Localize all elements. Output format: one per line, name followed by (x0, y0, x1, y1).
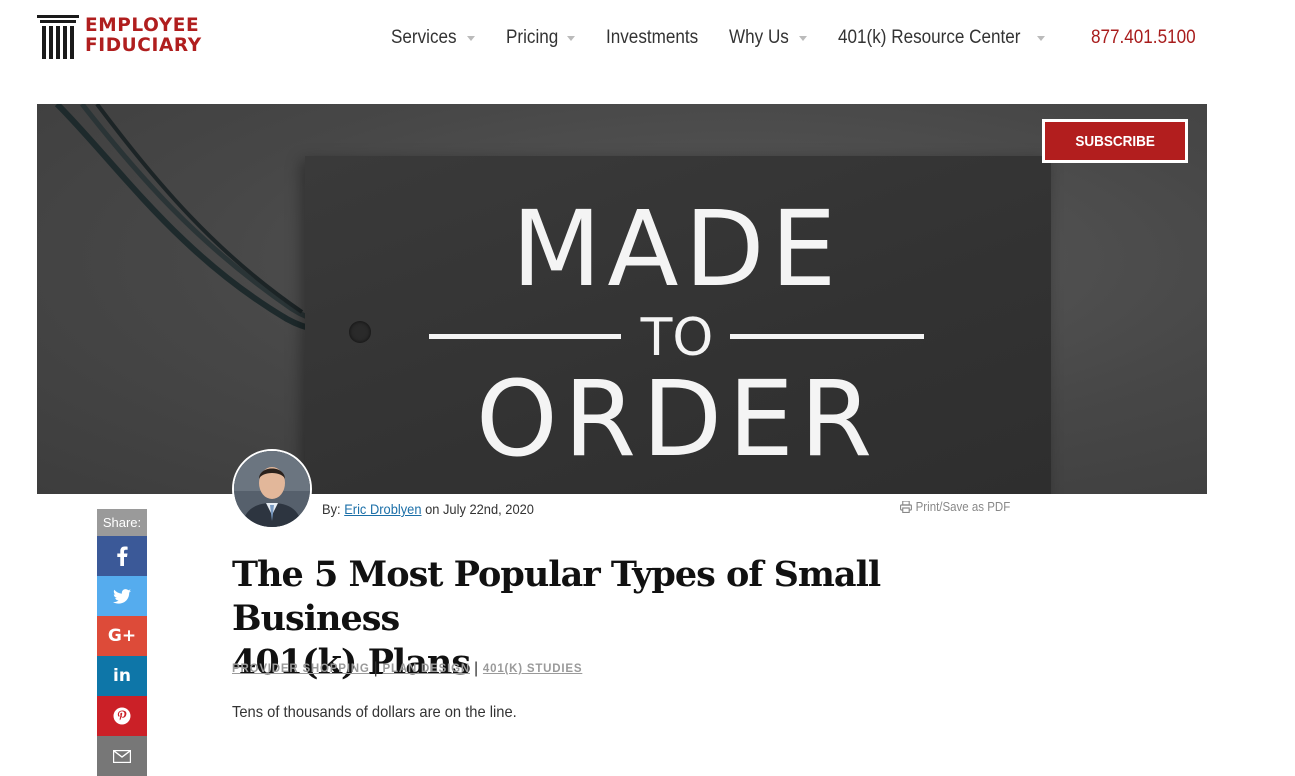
printer-icon (900, 501, 912, 513)
nav-item-services[interactable]: Services (391, 27, 475, 49)
author-avatar[interactable] (232, 449, 312, 529)
google-plus-icon: G+ (107, 626, 137, 646)
share-email-button[interactable] (97, 736, 147, 776)
category-link[interactable]: PROVIDER SHOPPING (232, 663, 370, 675)
brand-line-2: FIDUCIARY (85, 35, 202, 56)
nav-label: Investments (605, 27, 699, 48)
main-nav: Services Pricing Investments Why Us 401(… (391, 24, 1045, 52)
share-pinterest-button[interactable] (97, 696, 147, 736)
site-header: EMPLOYEE FIDUCIARY Services Pricing Inve… (0, 0, 1295, 80)
twitter-icon (113, 588, 131, 604)
byline-prefix: By: (322, 501, 341, 517)
brand-logo[interactable]: EMPLOYEE FIDUCIARY (37, 15, 217, 61)
linkedin-icon: in (113, 666, 131, 686)
hero-heading-order: ORDER (475, 358, 879, 480)
pinterest-icon (113, 707, 131, 725)
column-logo-icon (37, 15, 79, 59)
nav-item-why-us[interactable]: Why Us (729, 27, 807, 49)
print-button[interactable]: Print/Save as PDF (900, 500, 1010, 514)
nav-label: 401(k) Resource Center (837, 27, 1021, 48)
nav-label: Why Us (729, 27, 790, 48)
category-separator: | (373, 660, 379, 677)
nav-item-investments[interactable]: Investments (606, 27, 708, 49)
category-link[interactable]: 401(K) STUDIES (483, 663, 582, 675)
chevron-down-icon (566, 35, 575, 41)
hero-image: MADE TO ORDER SUBSCRIBE (37, 104, 1207, 494)
share-bar: Share: G+ in (97, 509, 147, 776)
chevron-down-icon (1036, 35, 1045, 41)
share-twitter-button[interactable] (97, 576, 147, 616)
hero-divider-right (730, 334, 924, 339)
brand-line-1: EMPLOYEE (85, 15, 200, 36)
nav-item-resource-center[interactable]: 401(k) Resource Center (838, 27, 1045, 49)
hero-heading-made: MADE (511, 188, 843, 310)
chevron-down-icon (466, 35, 475, 41)
nav-item-pricing[interactable]: Pricing (506, 27, 575, 49)
category-link[interactable]: PLAN DESIGN (383, 663, 470, 675)
category-links: PROVIDER SHOPPING | PLAN DESIGN | 401(K)… (232, 660, 582, 678)
nav-label: Services (391, 27, 457, 48)
article-lede: Tens of thousands of dollars are on the … (232, 704, 517, 721)
share-google-plus-button[interactable]: G+ (97, 616, 147, 656)
share-facebook-button[interactable] (97, 536, 147, 576)
subscribe-label: SUBSCRIBE (1075, 132, 1155, 150)
print-label: Print/Save as PDF (915, 500, 1011, 514)
nav-label: Pricing (505, 27, 559, 48)
author-byline: By: Eric Droblyen on July 22nd, 2020 (322, 501, 534, 517)
publish-date: on July 22nd, 2020 (425, 501, 534, 517)
share-linkedin-button[interactable]: in (97, 656, 147, 696)
author-link[interactable]: Eric Droblyen (344, 501, 421, 517)
person-icon (234, 451, 310, 527)
facebook-icon (117, 546, 128, 566)
article-title-line-1: The 5 Most Popular Types of Small Busine… (232, 554, 881, 639)
brand-name: EMPLOYEE FIDUCIARY (85, 16, 202, 56)
chevron-down-icon (798, 35, 807, 41)
email-icon (113, 749, 131, 763)
subscribe-button[interactable]: SUBSCRIBE (1042, 119, 1188, 163)
phone-link[interactable]: 877.401.5100 (1091, 24, 1196, 52)
category-separator: | (473, 660, 479, 677)
share-label: Share: (97, 509, 147, 536)
